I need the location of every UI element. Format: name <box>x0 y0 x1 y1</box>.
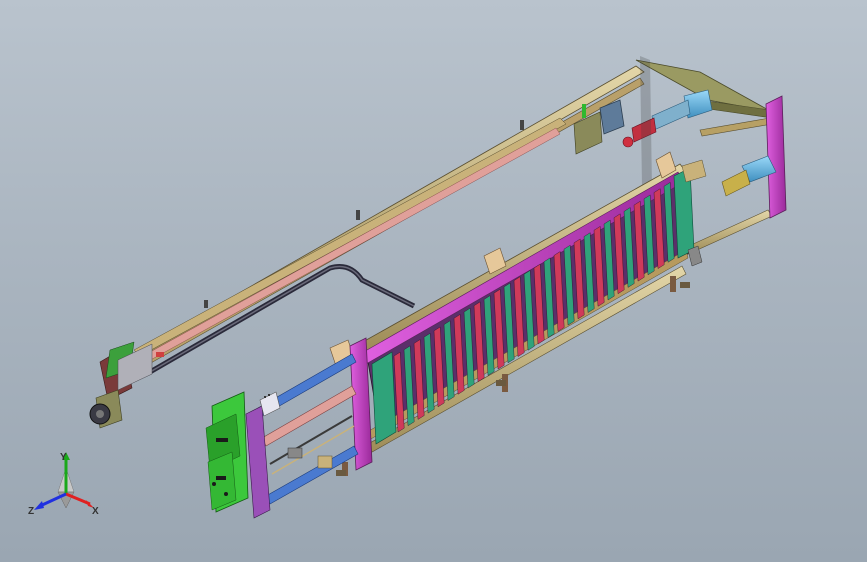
axis-triad: Y X Z <box>28 452 99 517</box>
drive-frame[interactable] <box>245 337 373 519</box>
screw-right <box>721 169 751 197</box>
y-axis-label: Y <box>60 452 67 463</box>
shadow-streak <box>640 56 652 190</box>
cad-viewport[interactable]: Y X Z <box>0 0 867 562</box>
foot-2 <box>670 276 676 292</box>
rail-bracket-3 <box>204 300 208 308</box>
sensor-green <box>582 104 586 118</box>
x-axis-label: X <box>92 506 99 517</box>
z-arrow-icon <box>34 501 44 510</box>
rail-bracket-2 <box>520 120 524 130</box>
assembly-model[interactable] <box>0 0 867 562</box>
post-left <box>245 405 271 519</box>
end-plate-magenta <box>765 95 787 219</box>
nut-block <box>317 455 333 469</box>
conveyor-body[interactable] <box>329 151 707 476</box>
control-board[interactable] <box>205 391 249 513</box>
z-axis-label: Z <box>28 506 34 517</box>
left-red-marker <box>156 352 164 357</box>
rail-bracket-1 <box>356 210 360 220</box>
slat-green-start <box>371 351 397 445</box>
